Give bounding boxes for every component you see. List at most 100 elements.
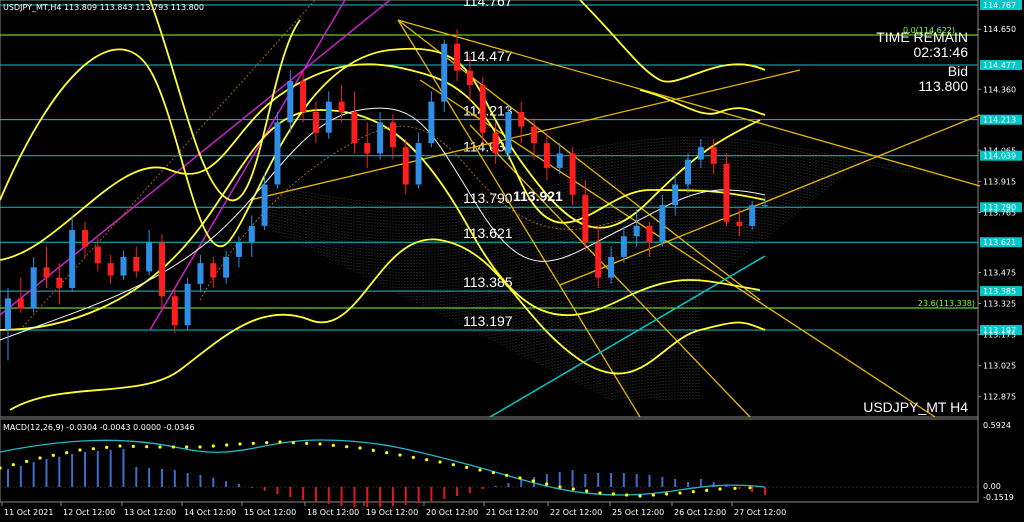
candle-body-25 (325, 101, 332, 133)
candle-body-2 (30, 267, 37, 309)
symbol-watermark: USDJPY_MT H4 (863, 399, 968, 415)
macd-signal-dot-11-2 (465, 465, 469, 469)
macd-signal-dot-5-0 (198, 445, 202, 449)
macd-signal-dot-5-2 (225, 443, 229, 447)
candle-body-7 (94, 246, 101, 264)
candle-body-48 (620, 236, 627, 257)
candle-body-44 (569, 153, 576, 195)
time-label-5: 18 Oct 12:00 (307, 508, 359, 517)
candle-body-6 (81, 230, 88, 247)
chart-header: USDJPY_MT,H4 113.809 113.843 113.793 113… (3, 3, 204, 12)
macd-signal-dot-5-1 (211, 444, 215, 448)
time-remain-value: 02:31:46 (914, 44, 969, 60)
time-label-10: 25 Oct 12:00 (612, 508, 664, 517)
macd-signal-dot-3-2 (145, 445, 149, 449)
macd-signal-dot-17-0 (678, 491, 682, 495)
price-tick-label-3: 114.360 (983, 85, 1016, 94)
macd-signal-dot-4-2 (185, 445, 189, 449)
price-tick-label-7: 113.915 (983, 177, 1016, 186)
macd-signal-dot-8-0 (318, 442, 322, 446)
candle-body-4 (56, 277, 63, 288)
macd-axis-zero: 0.00 (983, 482, 1001, 491)
macd-signal-dot-15-1 (611, 492, 615, 496)
macd-signal-dot-9-2 (385, 451, 389, 455)
price-chart[interactable]: 0.0(114.622)23.6(113.338)114.477114.2131… (0, 0, 1024, 522)
macd-signal-dot-10-1 (411, 455, 415, 459)
macd-signal-dot-17-1 (691, 490, 695, 494)
time-remain-label: TIME REMAIN (876, 29, 968, 45)
macd-signal-dot-8-1 (331, 443, 335, 447)
macd-signal-dot-14-1 (571, 487, 575, 491)
macd-signal-dot-17-2 (705, 488, 709, 492)
candle-body-0 (5, 298, 11, 330)
time-label-1: 12 Oct 12:00 (63, 508, 115, 517)
candle-body-13 (171, 296, 178, 326)
macd-signal-dot-16-2 (665, 492, 669, 496)
candle-body-51 (659, 205, 666, 243)
fibo-label-mid: 23.6(113.338) (918, 299, 975, 308)
macd-signal-dot-2-0 (78, 448, 82, 452)
candle-body-20 (261, 184, 268, 226)
chart-window[interactable]: 0.0(114.622) 23.6(113.338) 114.477 114.213 1… (0, 0, 1024, 522)
candle-body-36 (466, 70, 473, 86)
candle-body-9 (120, 256, 127, 276)
macd-signal-dot-1-0 (38, 456, 42, 460)
candle-body-57 (736, 221, 743, 226)
macd-signal-dot-8-2 (345, 445, 349, 449)
macd-signal-dot-13-1 (531, 479, 535, 483)
candle-body-3 (43, 267, 50, 278)
candle-body-22 (287, 80, 294, 123)
macd-signal-dot-11-0 (438, 460, 442, 464)
price-tag-0: 114.767 (983, 1, 1016, 10)
time-label-9: 22 Oct 12:00 (550, 508, 602, 517)
level-label-top: 114.767 (463, 0, 513, 9)
bid-label: Bid (948, 63, 968, 79)
time-label-7: 20 Oct 12:00 (426, 508, 478, 517)
macd-signal-dot-11-1 (451, 463, 455, 467)
macd-signal-dot-18-0 (718, 487, 722, 491)
macd-signal-dot-6-2 (265, 441, 269, 445)
candle-body-49 (633, 225, 640, 237)
candle-body-14 (184, 283, 191, 326)
macd-signal-dot-9-1 (371, 448, 375, 452)
macd-signal-dot-16-0 (638, 494, 642, 498)
macd-label: MACD(12,26,9) -0.0304 -0.0043 0.0000 -0.… (3, 423, 195, 432)
candle-body-53 (685, 159, 692, 185)
candle-body-43 (556, 153, 563, 168)
candle-body-10 (133, 256, 140, 272)
candle-body-8 (107, 263, 114, 276)
candle-body-30 (389, 122, 396, 148)
macd-signal-dot-9-0 (358, 446, 362, 450)
macd-signal-dot-7-2 (305, 441, 309, 445)
macd-signal-dot-0-1 (11, 463, 15, 467)
candle-body-12 (158, 242, 165, 297)
macd-signal-dot-1-1 (51, 453, 55, 457)
level-label-6: 113.197 (463, 313, 513, 329)
level-label-3: 113.790 (463, 190, 513, 206)
candle-body-39 (505, 112, 512, 154)
macd-signal-dot-15-2 (625, 493, 629, 497)
price-tag-10: 113.621 (983, 238, 1016, 247)
macd-signal-dot-15-0 (598, 491, 602, 495)
candle-body-5 (69, 230, 76, 288)
candle-body-29 (377, 122, 384, 154)
candle-body-45 (582, 194, 589, 243)
candle-body-18 (235, 242, 242, 257)
price-tag-12: 113.385 (983, 287, 1016, 296)
macd-signal-dot-13-0 (518, 476, 522, 480)
macd-signal-dot-0-2 (25, 459, 29, 463)
level-label-4: 113.621 (463, 225, 513, 241)
candle-body-38 (492, 132, 499, 154)
candle-body-56 (723, 163, 730, 222)
macd-signal-dot-3-0 (118, 444, 122, 448)
price-tick-label-15: 113.175 (983, 331, 1016, 340)
macd-signal-dot-1-2 (65, 451, 69, 455)
candle-body-21 (274, 122, 281, 185)
price-tick-label-11: 113.475 (983, 268, 1016, 277)
current-price-marker: 113.921 (513, 188, 563, 204)
candle-body-37 (479, 85, 486, 133)
candle-body-54 (697, 147, 704, 160)
candle-body-16 (210, 263, 217, 278)
price-tag-4: 114.213 (983, 116, 1016, 125)
candle-body-32 (415, 143, 422, 185)
